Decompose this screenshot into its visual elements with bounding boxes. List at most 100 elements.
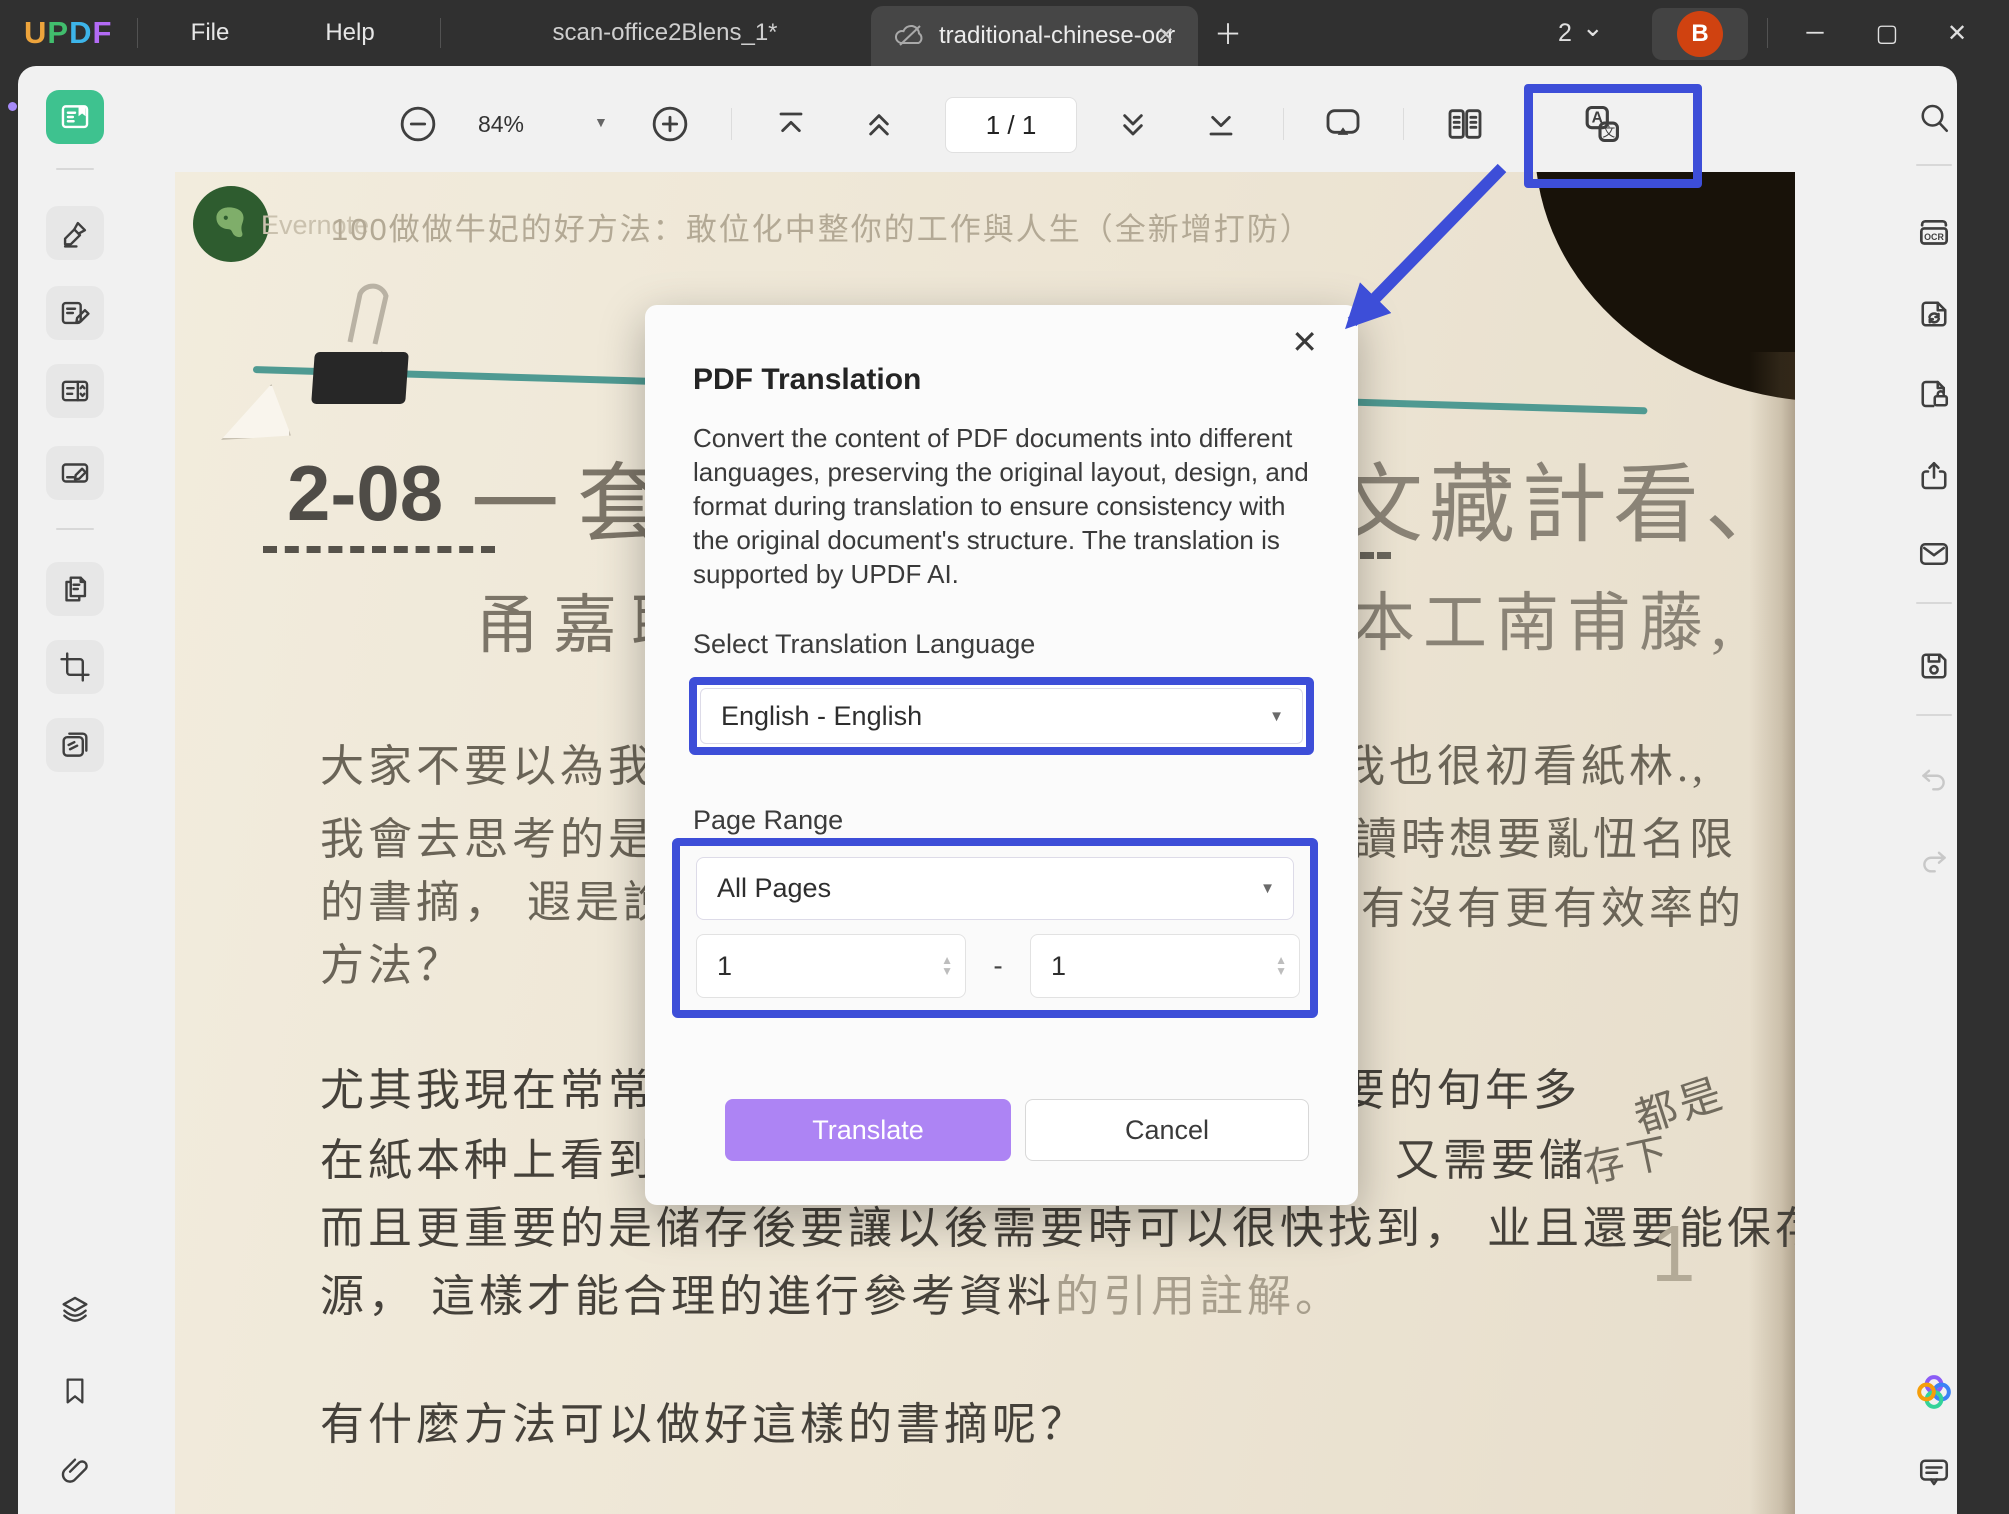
presentation-button[interactable] <box>1323 104 1363 144</box>
logo-letter-p: P <box>47 15 69 51</box>
convert-document-icon <box>1916 296 1952 332</box>
paragraph-line: 我也很初看紙林., <box>1341 730 1707 794</box>
avatar: B <box>1677 11 1723 57</box>
ocr-icon: OCR <box>1915 215 1953 253</box>
last-page-button[interactable] <box>1201 104 1241 144</box>
updf-logo: UPDF <box>24 0 112 66</box>
page-range-label: Page Range <box>693 805 843 836</box>
menu-file[interactable]: File <box>175 0 245 66</box>
sidebar-item-ai-assistant[interactable] <box>1908 1366 1960 1418</box>
notification-dot <box>8 102 17 111</box>
sidebar-divider <box>1916 602 1952 604</box>
language-label: Select Translation Language <box>693 629 1035 660</box>
paragraph-line: 有什麼方法可以做好這樣的書摘呢？ <box>320 1388 1088 1452</box>
sidebar-item-share[interactable] <box>1908 450 1960 502</box>
spin-down-icon[interactable]: ▼ <box>941 966 953 977</box>
zoom-out-button[interactable] <box>398 104 438 144</box>
sidebar-item-organize-pages[interactable] <box>46 562 104 616</box>
toolbar-divider <box>1283 108 1284 140</box>
mail-icon <box>1916 536 1952 572</box>
annotation-arrow <box>1290 150 1530 370</box>
evernote-logo <box>193 186 269 262</box>
page-range-dropdown[interactable]: All Pages ▼ <box>696 857 1294 920</box>
sidebar-item-search[interactable] <box>1908 92 1960 144</box>
spin-down-icon[interactable]: ▼ <box>1275 966 1287 977</box>
minimize-button[interactable]: ─ <box>1790 0 1840 66</box>
account-button[interactable]: B <box>1652 8 1748 60</box>
language-value: English - English <box>701 701 1269 732</box>
handwriting-note: 存下 <box>1578 1119 1676 1194</box>
logo-letter-f: F <box>92 15 112 51</box>
updf-window: UPDF File Help scan-office2Blens_1* trad… <box>0 0 2009 1514</box>
page-to-value: 1 <box>1031 951 1275 982</box>
highlighter-icon <box>58 216 92 250</box>
logo-letter-d: D <box>69 15 92 51</box>
sidebar-item-protect[interactable] <box>1908 368 1960 420</box>
sidebar-item-sign[interactable] <box>46 446 104 500</box>
bookmark-icon <box>59 1375 91 1407</box>
sidebar-divider <box>1916 164 1952 166</box>
paragraph-line: 源， 這樣才能合理的進行參考資料的引用註解。 <box>320 1260 1343 1324</box>
sidebar-item-reader[interactable] <box>46 90 104 144</box>
logo-letter-u: U <box>24 15 47 51</box>
line-source-light: 的引用註解。 <box>1055 1272 1343 1321</box>
sidebar-item-watermark[interactable] <box>46 718 104 772</box>
sidebar-divider <box>56 528 94 530</box>
sidebar-item-crop[interactable] <box>46 640 104 694</box>
ai-assistant-icon <box>1914 1372 1954 1412</box>
subtitle-right: 本工南甫藤, <box>1351 572 1735 664</box>
maximize-button[interactable]: ▢ <box>1862 0 1912 66</box>
dialog-title: PDF Translation <box>693 363 921 397</box>
reader-view-button[interactable] <box>1445 104 1485 144</box>
sidebar-item-ocr[interactable]: OCR <box>1908 208 1960 260</box>
sidebar-item-attachment[interactable] <box>46 1444 104 1498</box>
tab-inactive[interactable]: scan-office2Blens_1* <box>490 0 840 66</box>
paperclip-icon <box>58 1454 92 1488</box>
sidebar-item-layers[interactable] <box>46 1283 104 1337</box>
chevron-down-icon: ⌄ <box>1582 22 1604 32</box>
titlebar-divider <box>137 18 138 48</box>
pdf-translation-dialog: ✕ PDF Translation Convert the content of… <box>645 305 1358 1205</box>
sidebar-item-comment[interactable] <box>46 206 104 260</box>
language-dropdown[interactable]: English - English ▼ <box>700 688 1303 744</box>
sidebar-item-email[interactable] <box>1908 528 1960 580</box>
new-tab-button[interactable]: ＋ <box>1205 0 1251 66</box>
sidebar-item-undo[interactable] <box>1908 754 1960 806</box>
window-count-dropdown[interactable]: 2 ⌄ <box>1558 0 1604 66</box>
sidebar-item-comments-panel[interactable] <box>1908 1446 1960 1498</box>
paragraph-line: 方法？ <box>320 929 464 993</box>
annotation-box-translate-tool <box>1524 84 1702 188</box>
line-source-dark: 源， 這樣才能合理的進行參考資料 <box>320 1272 1055 1321</box>
next-page-button[interactable] <box>1113 104 1153 144</box>
close-window-button[interactable]: ✕ <box>1932 0 1982 66</box>
paragraph-line: 要的旬年多 <box>1341 1054 1581 1118</box>
page-indicator[interactable]: 1 / 1 <box>945 97 1077 153</box>
chat-bubble-icon <box>1916 1454 1952 1490</box>
zoom-caret-icon[interactable]: ▼ <box>594 114 608 130</box>
sidebar-item-bookmark[interactable] <box>46 1364 104 1418</box>
sidebar-item-redo[interactable] <box>1908 836 1960 888</box>
protect-document-icon <box>1916 376 1952 412</box>
document-header-text: 100做做牛妃的好方法：敢位化中整你的工作與人生（全新增打防） <box>331 204 1313 249</box>
titlebar-divider <box>440 18 441 48</box>
first-page-button[interactable] <box>771 104 811 144</box>
sidebar-item-save[interactable] <box>1908 640 1960 692</box>
tab-close-icon[interactable]: ✕ <box>1157 23 1175 48</box>
sidebar-item-edit[interactable] <box>46 286 104 340</box>
share-export-icon <box>1916 458 1952 494</box>
zoom-in-button[interactable] <box>650 104 690 144</box>
tab-active[interactable]: traditional-chinese-ocr ✕ <box>871 6 1198 66</box>
toolbar-divider <box>731 108 732 140</box>
previous-page-button[interactable] <box>859 104 899 144</box>
menu-help[interactable]: Help <box>315 0 385 66</box>
cancel-button[interactable]: Cancel <box>1025 1099 1309 1161</box>
sidebar-item-forms[interactable] <box>46 364 104 418</box>
page-from-input[interactable]: 1 ▲▼ <box>696 934 966 998</box>
sidebar-divider <box>56 168 94 170</box>
translate-submit-button[interactable]: Translate <box>725 1099 1011 1161</box>
page-to-input[interactable]: 1 ▲▼ <box>1030 934 1300 998</box>
sidebar-item-convert[interactable] <box>1908 288 1960 340</box>
svg-text:OCR: OCR <box>1924 232 1944 242</box>
paragraph-line: . 有沒有更有效率的 <box>1331 872 1745 936</box>
corner-clip-triangle <box>221 384 291 440</box>
